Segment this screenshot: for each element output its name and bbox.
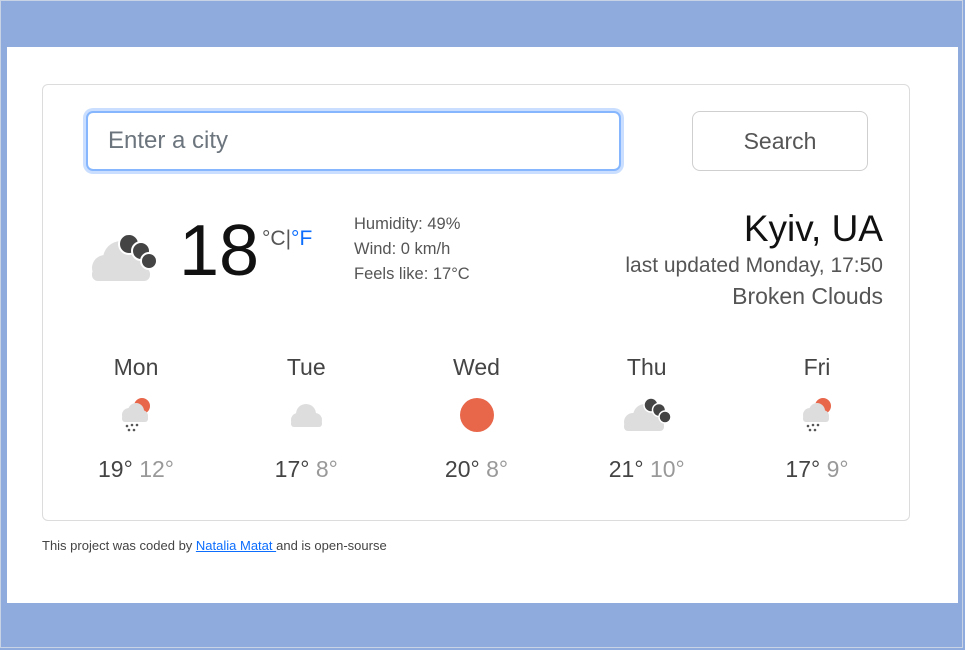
unit-fahrenheit-link[interactable]: °F: [291, 227, 312, 250]
weather-details: Humidity: 49% Wind: 0 km/h Feels like: 1…: [354, 212, 470, 287]
forecast-day: Wed 20° 8°: [417, 353, 537, 493]
page-content: Search 18 °C|°F Humidity: 49%: [7, 47, 958, 603]
forecast-temps: 19° 12°: [76, 455, 196, 483]
weather-description: Broken Clouds: [732, 283, 883, 309]
forecast-day-name: Fri: [803, 354, 831, 380]
forecast-day: Tue 17° 8°: [246, 353, 366, 493]
forecast-day: Thu 21° 10°: [587, 353, 707, 493]
unit-toggle: °C|°F: [262, 227, 312, 251]
forecast-min: 9°: [826, 456, 849, 482]
rain-icon: [76, 395, 196, 435]
city-name: Kyiv, UA: [743, 208, 883, 249]
humidity: Humidity: 49%: [354, 215, 461, 233]
city-search-input[interactable]: [86, 111, 621, 171]
feels-like: Feels like: 17°C: [354, 265, 470, 283]
last-updated: last updated Monday, 17:50: [625, 254, 883, 277]
search-button[interactable]: Search: [692, 111, 868, 171]
location-info: Kyiv, UA last updated Monday, 17:50 Brok…: [625, 207, 883, 311]
forecast-day-name: Wed: [453, 354, 500, 380]
forecast-min: 10°: [649, 456, 685, 482]
weather-card: Search 18 °C|°F Humidity: 49%: [42, 84, 910, 521]
forecast-min: 8°: [486, 456, 509, 482]
current-temperature: 18: [179, 211, 260, 291]
broken-clouds-icon: [85, 230, 163, 291]
forecast-max: 21°: [608, 456, 644, 482]
forecast-temps: 20° 8°: [417, 455, 537, 483]
forecast-temps: 17° 9°: [757, 455, 877, 483]
forecast-min: 8°: [315, 456, 338, 482]
forecast-day: Fri 17° 9°: [757, 353, 877, 493]
forecast-max: 17°: [785, 456, 821, 482]
forecast-temps: 17° 8°: [246, 455, 366, 483]
forecast-day-name: Tue: [286, 354, 326, 380]
wind: Wind: 0 km/h: [354, 240, 451, 258]
forecast-temps: 21° 10°: [587, 455, 707, 483]
forecast-max: 20°: [444, 456, 480, 482]
sun-icon: [417, 395, 537, 435]
forecast-max: 17°: [274, 456, 310, 482]
unit-celsius[interactable]: °C: [262, 227, 286, 250]
footer: This project was coded by Natalia Matat …: [42, 538, 387, 553]
cloud-icon: [246, 395, 366, 435]
author-link[interactable]: Natalia Matat: [196, 538, 276, 553]
forecast-day: Mon 19° 12°: [76, 353, 196, 493]
footer-prefix: This project was coded by: [42, 538, 196, 553]
rain-icon: [757, 395, 877, 435]
forecast-max: 19°: [98, 456, 133, 482]
forecast: Mon 19° 12° Tue 17° 8° Wed 20° 8° Thu 21…: [49, 353, 904, 493]
forecast-min: 12°: [139, 456, 174, 482]
forecast-day-name: Thu: [626, 354, 667, 380]
footer-suffix: and is open-sourse: [276, 538, 387, 553]
forecast-day-name: Mon: [113, 354, 159, 380]
broken-clouds-icon: [587, 395, 707, 435]
